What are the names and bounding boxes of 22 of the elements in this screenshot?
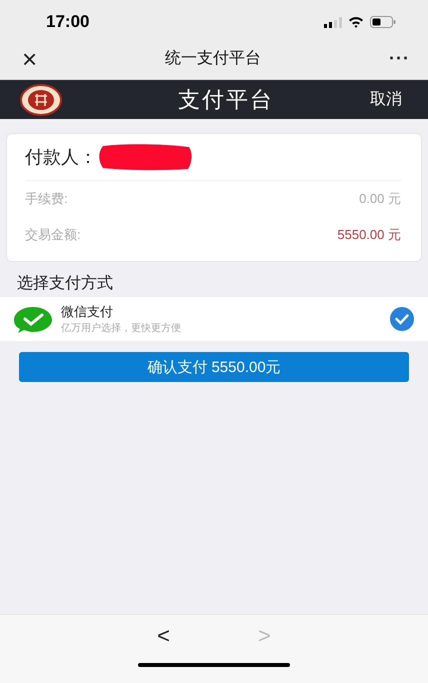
payment-method-row[interactable]: 微信支付 亿万用户选择，更快更方便	[0, 297, 428, 341]
page-title: 统一支付平台	[165, 48, 262, 69]
more-button[interactable]: ···	[389, 48, 410, 69]
status-time: 17:00	[46, 12, 90, 32]
section-title: 选择支付方式	[16, 274, 114, 294]
payer-label: 付款人：	[25, 146, 97, 169]
battery-icon	[370, 16, 396, 28]
amount-value: 0.00 元	[359, 190, 401, 208]
header-title: 支付平台	[178, 86, 274, 114]
cancel-button[interactable]: 取消	[370, 89, 402, 110]
amount-label: 交易金额:	[25, 226, 81, 244]
amount-value: 5550.00 元	[337, 226, 401, 244]
amount-label: 手续费:	[25, 190, 68, 208]
method-name: 微信支付	[61, 303, 114, 321]
chat-bubble-check-icon	[13, 305, 53, 333]
signal-icon	[324, 16, 342, 28]
method-subtitle: 亿万用户选择，更快更方便	[61, 322, 182, 335]
back-button[interactable]: <	[157, 623, 170, 649]
close-button[interactable]: ×	[22, 46, 38, 72]
seal-logo-icon	[20, 84, 62, 116]
wifi-icon	[348, 16, 364, 28]
confirm-pay-button[interactable]: 确认支付 5550.00元	[19, 352, 409, 382]
